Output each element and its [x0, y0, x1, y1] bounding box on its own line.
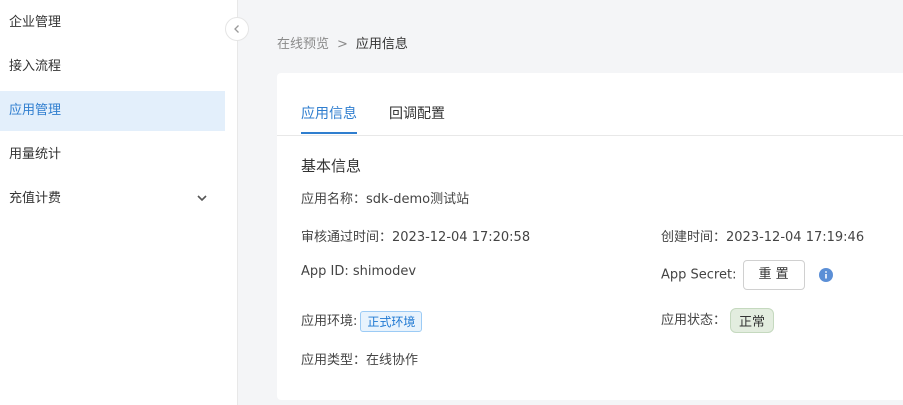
create-time-field: 创建时间：2023-12-04 17:19:46 — [661, 226, 864, 245]
app-name-field: 应用名称：sdk-demo测试站 — [301, 188, 469, 207]
app-id-label: App ID: — [301, 264, 353, 279]
sidebar-item-usage-stats[interactable]: 用量统计 — [0, 135, 225, 175]
chevron-down-icon — [197, 195, 207, 202]
status-label: 应用状态： — [661, 313, 727, 328]
app-info-card: 应用信息 回调配置 基本信息 应用名称：sdk-demo测试站 审核通过时间：2… — [277, 73, 903, 400]
app-name-value: sdk-demo测试站 — [366, 192, 470, 207]
chevron-left-icon — [234, 25, 239, 33]
breadcrumb-current: 应用信息 — [355, 37, 408, 52]
tab-bar: 应用信息 回调配置 — [277, 73, 903, 136]
tab-callback-config[interactable]: 回调配置 — [389, 103, 445, 123]
app-id-value: shimodev — [352, 264, 417, 279]
review-time-value: 2023-12-04 17:20:58 — [392, 230, 531, 245]
review-time-field: 审核通过时间：2023-12-04 17:20:58 — [301, 226, 530, 245]
sidebar-item-app-management[interactable]: 应用管理 — [0, 91, 225, 131]
sidebar-item-billing-label: 充值计费 — [9, 191, 62, 206]
review-time-label: 审核通过时间： — [301, 230, 393, 245]
section-title: 基本信息 — [301, 157, 362, 175]
env-field: 应用环境: 正式环境 — [301, 310, 423, 332]
app-id-field: App ID: shimodev — [301, 264, 416, 279]
sidebar-item-enterprise[interactable]: 企业管理 — [0, 3, 225, 43]
breadcrumb-parent[interactable]: 在线预览 — [277, 37, 329, 52]
status-badge: 正常 — [730, 308, 775, 333]
info-icon[interactable] — [818, 268, 833, 282]
app-secret-label: App Secret: — [661, 267, 737, 283]
sidebar-item-onboarding[interactable]: 接入流程 — [0, 47, 225, 87]
app-type-field: 应用类型：在线协作 — [301, 349, 418, 368]
reset-secret-button[interactable]: 重 置 — [742, 260, 805, 290]
breadcrumb-separator: > — [337, 37, 348, 52]
env-label: 应用环境: — [301, 314, 358, 329]
env-badge: 正式环境 — [360, 311, 423, 332]
sidebar-item-billing[interactable]: 充值计费 — [0, 179, 225, 219]
create-time-value: 2023-12-04 17:19:46 — [726, 230, 865, 245]
app-secret-field: App Secret: 重 置 — [661, 260, 833, 290]
sidebar-collapse-button[interactable] — [225, 17, 249, 41]
status-field: 应用状态： 正常 — [661, 308, 775, 333]
tab-app-info[interactable]: 应用信息 — [301, 103, 357, 123]
create-time-label: 创建时间： — [661, 230, 727, 245]
breadcrumb: 在线预览 > 应用信息 — [277, 33, 408, 52]
app-name-label: 应用名称： — [301, 192, 367, 207]
app-type-label: 应用类型： — [301, 353, 367, 368]
app-type-value: 在线协作 — [366, 353, 419, 368]
sidebar: 企业管理 接入流程 应用管理 用量统计 充值计费 — [0, 0, 238, 405]
active-tab-indicator — [301, 132, 357, 134]
